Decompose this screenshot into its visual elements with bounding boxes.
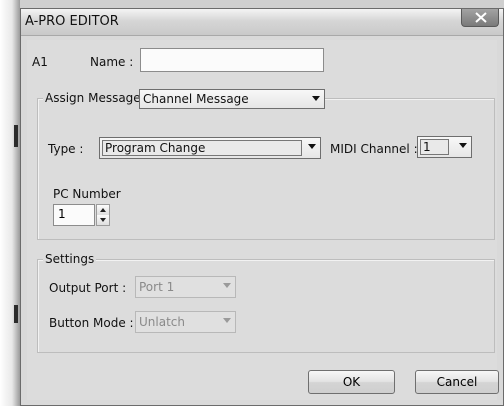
- midi-channel-select[interactable]: 1: [417, 136, 472, 158]
- title-bar[interactable]: A-PRO EDITOR: [21, 9, 503, 36]
- chevron-down-icon: [223, 318, 231, 323]
- settings-label: Settings: [43, 252, 97, 266]
- name-input[interactable]: [140, 48, 324, 72]
- editor-dialog: A-PRO EDITOR A1 Name : Assign Message : …: [20, 8, 504, 406]
- output-port-select[interactable]: Port 1: [135, 276, 236, 298]
- button-mode-value: Unlatch: [139, 315, 185, 329]
- button-id-label: A1: [32, 55, 48, 69]
- midi-channel-value: 1: [423, 140, 431, 154]
- pc-number-spinner: [96, 204, 110, 226]
- assign-message-label: Assign Message :: [43, 91, 151, 105]
- pc-number-label: PC Number: [53, 187, 121, 201]
- spin-up-button[interactable]: [97, 205, 109, 215]
- output-port-label: Output Port :: [49, 281, 127, 295]
- close-button[interactable]: [461, 9, 499, 27]
- midi-channel-label: MIDI Channel :: [330, 142, 418, 156]
- type-value: Program Change: [105, 141, 206, 155]
- name-label: Name :: [90, 55, 134, 69]
- cancel-button[interactable]: Cancel: [415, 370, 499, 394]
- chevron-down-icon: [312, 96, 320, 101]
- spin-down-button[interactable]: [97, 215, 109, 225]
- background-window-edge: [0, 0, 20, 406]
- button-mode-label: Button Mode :: [49, 316, 134, 330]
- window-title: A-PRO EDITOR: [25, 14, 119, 29]
- edge-mark: [14, 125, 18, 147]
- ok-button[interactable]: OK: [308, 370, 395, 394]
- spin-down-icon: [100, 218, 106, 222]
- close-icon: [475, 12, 487, 23]
- settings-group: [37, 259, 495, 353]
- pc-number-input[interactable]: 1: [53, 204, 95, 226]
- type-select[interactable]: Program Change: [99, 137, 321, 159]
- chevron-down-icon: [308, 144, 316, 149]
- button-mode-select[interactable]: Unlatch: [135, 311, 236, 333]
- assign-message-select[interactable]: Channel Message: [139, 89, 325, 109]
- edge-mark: [14, 305, 18, 323]
- spin-up-icon: [100, 208, 106, 212]
- type-label: Type :: [48, 142, 84, 156]
- assign-message-value: Channel Message: [143, 92, 249, 106]
- dialog-body: A1 Name : Assign Message : Channel Messa…: [27, 40, 499, 400]
- chevron-down-icon: [459, 143, 467, 148]
- chevron-down-icon: [223, 283, 231, 288]
- output-port-value: Port 1: [139, 280, 175, 294]
